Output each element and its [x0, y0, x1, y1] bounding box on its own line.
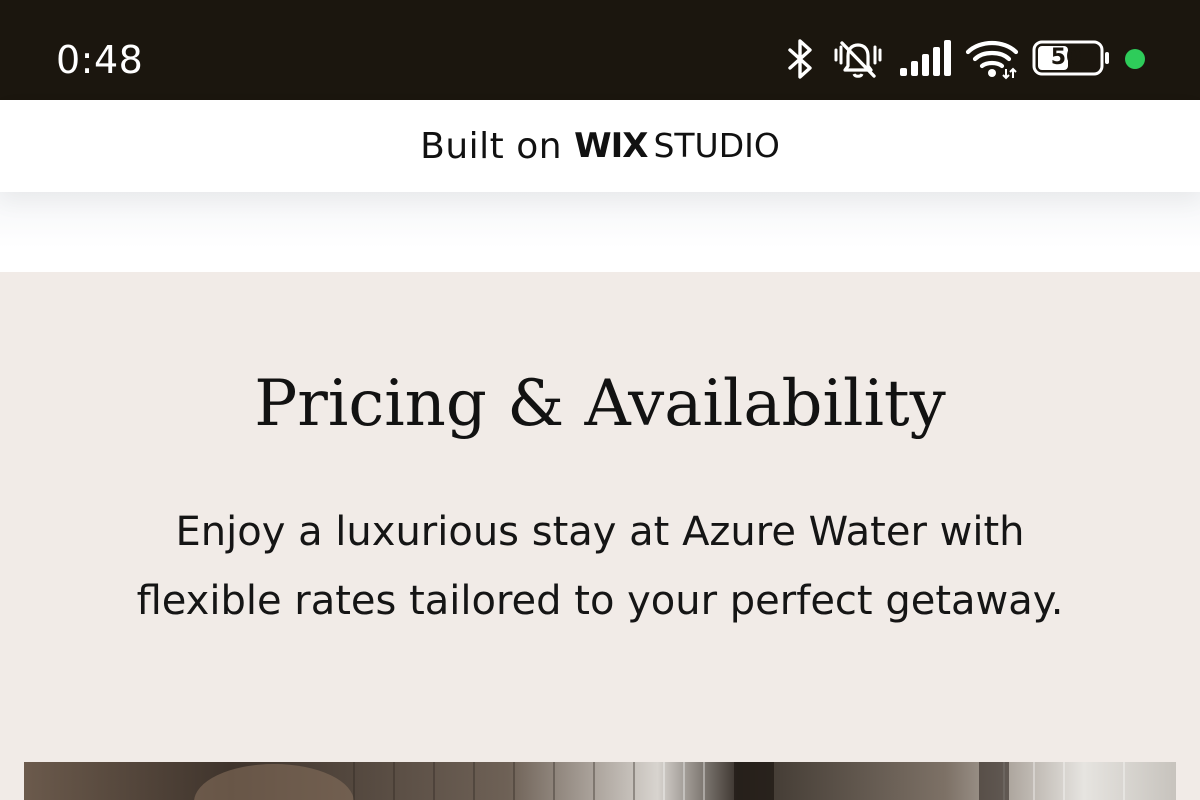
pricing-description: Enjoy a luxurious stay at Azure Water wi… [136, 509, 1064, 624]
wifi-icon [964, 38, 1020, 84]
wix-banner[interactable]: Built on WIX STUDIO [0, 100, 1200, 192]
signal-icon [898, 40, 954, 82]
room-photo [24, 762, 1176, 800]
bluetooth-icon [785, 38, 817, 84]
pricing-section: Pricing & Availability Enjoy a luxurious… [0, 272, 1200, 800]
wix-studio-logo[interactable]: WIX STUDIO [574, 126, 780, 166]
status-bar: 0:48 50 [0, 0, 1200, 100]
battery-level: 50 [1050, 45, 1082, 70]
pricing-title: Pricing & Availability [254, 367, 946, 441]
wix-logo-wordmark: WIX [574, 126, 648, 166]
dot-icon [1124, 48, 1146, 74]
status-time: 0:48 [56, 38, 144, 82]
header-spacer [0, 192, 1200, 272]
studio-logo-wordmark: STUDIO [653, 126, 780, 165]
built-on-text: Built on [420, 125, 563, 167]
mute-icon [832, 36, 884, 86]
